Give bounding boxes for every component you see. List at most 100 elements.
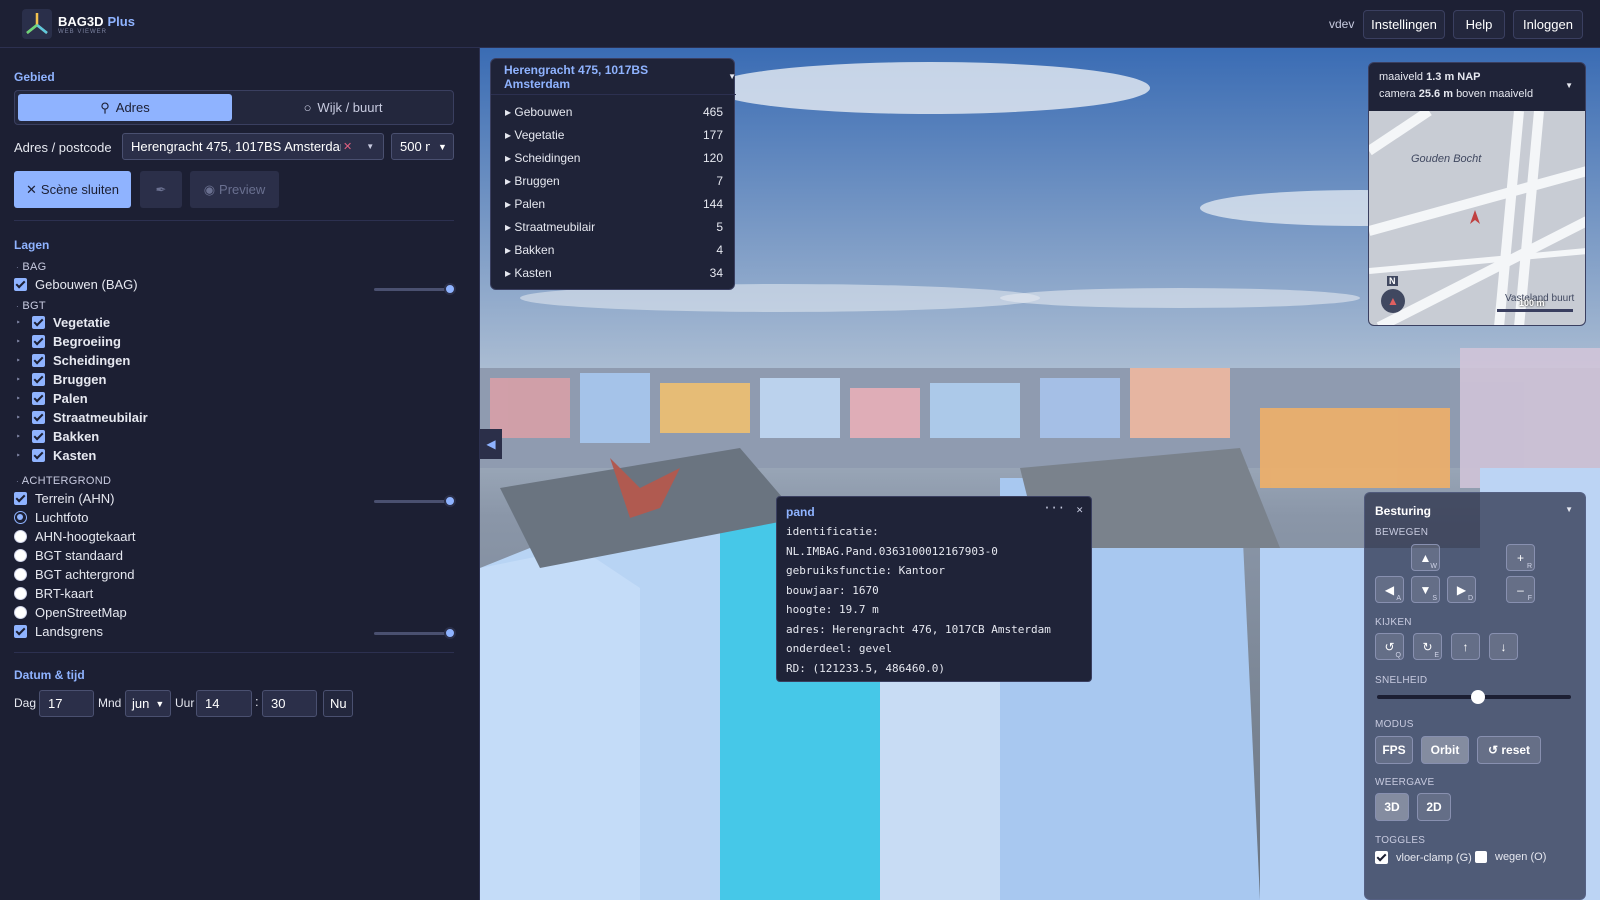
tab-wijk-buurt[interactable]: ○ Wijk / buurt xyxy=(235,94,451,121)
checkbox[interactable] xyxy=(32,316,45,329)
speed-slider[interactable] xyxy=(1377,690,1571,704)
caret-icon[interactable]: ‣ xyxy=(16,318,24,327)
chevron-down-icon[interactable]: ▼ xyxy=(1565,505,1573,514)
checkbox[interactable] xyxy=(32,335,45,348)
group-bag[interactable]: · BAG xyxy=(16,261,46,273)
rotate-right-button[interactable]: ↻ E xyxy=(1413,633,1442,660)
caret-icon[interactable]: ‣ xyxy=(16,451,24,460)
dag-input[interactable]: 17 xyxy=(39,690,94,717)
layer-count-row[interactable]: ▸ Vegetatie 177 xyxy=(505,128,723,142)
layer-bgt-item[interactable]: ‣ Kasten xyxy=(16,448,96,463)
opacity-slider-gebouwen[interactable] xyxy=(374,283,456,295)
move-left-button[interactable]: ◀ A xyxy=(1375,576,1404,603)
view-2d-button[interactable]: 2D xyxy=(1417,793,1451,821)
layer-landsgrens[interactable]: Landsgrens xyxy=(14,624,103,639)
radio[interactable] xyxy=(14,530,27,543)
layer-count-row[interactable]: ▸ Bakken 4 xyxy=(505,243,723,257)
adres-input[interactable]: Herengracht 475, 1017BS Amsterdam ✕ ▼ xyxy=(122,133,384,160)
close-scene-button[interactable]: ✕ Scène sluiten xyxy=(14,171,131,208)
layer-count-row[interactable]: ▸ Gebouwen 465 xyxy=(505,105,723,119)
look-up-button[interactable]: ↑ xyxy=(1451,633,1480,660)
layer-bgt-item[interactable]: ‣ Palen xyxy=(16,391,88,406)
view-3d-button[interactable]: 3D xyxy=(1375,793,1409,821)
minimap-canvas[interactable]: Gouden Bocht Vasteland buurt 100 m N ▲ xyxy=(1369,106,1585,325)
opacity-slider-landsgrens[interactable] xyxy=(374,627,456,639)
layer-gebouwen[interactable]: Gebouwen (BAG) xyxy=(14,277,138,292)
group-achtergrond[interactable]: · ACHTERGROND xyxy=(16,475,111,487)
layer-count-header[interactable]: Herengracht 475, 1017BS Amsterdam ▼ xyxy=(491,59,736,95)
basemap-option[interactable]: AHN-hoogtekaart xyxy=(14,529,135,544)
mnd-select[interactable]: jun ▼ xyxy=(125,690,171,717)
basemap-option[interactable]: BGT achtergrond xyxy=(14,567,134,582)
opacity-slider-terrein[interactable] xyxy=(374,495,456,507)
caret-icon[interactable]: ‣ xyxy=(16,356,24,365)
slider-knob[interactable] xyxy=(1470,690,1485,704)
basemap-option[interactable]: BRT-kaart xyxy=(14,586,93,601)
layer-bgt-item[interactable]: ‣ Vegetatie xyxy=(16,315,110,330)
radius-select[interactable]: 500 m ▼ xyxy=(391,133,454,160)
settings-button[interactable]: Instellingen xyxy=(1363,10,1445,39)
group-bgt[interactable]: · BGT xyxy=(16,300,46,312)
checkbox[interactable] xyxy=(14,625,27,638)
pin-button[interactable]: ✒ xyxy=(140,171,182,208)
checkbox[interactable] xyxy=(1475,851,1487,863)
collapse-sidebar-button[interactable]: ◀ xyxy=(480,429,502,459)
mode-orbit-button[interactable]: Orbit xyxy=(1421,736,1469,764)
radio[interactable] xyxy=(14,587,27,600)
layer-bgt-item[interactable]: ‣ Begroeiing xyxy=(16,334,121,349)
chevron-down-icon[interactable]: ▼ xyxy=(1565,81,1573,90)
layer-count-row[interactable]: ▸ Kasten 34 xyxy=(505,266,723,280)
toggle-floor-clamp[interactable]: vloer-clamp (G) xyxy=(1375,851,1472,864)
basemap-option[interactable]: OpenStreetMap xyxy=(14,605,127,620)
move-up-button[interactable]: + R xyxy=(1506,544,1535,571)
checkbox[interactable] xyxy=(14,278,27,291)
clear-icon[interactable]: ✕ xyxy=(343,140,352,153)
layer-count-row[interactable]: ▸ Straatmeubilair 5 xyxy=(505,220,723,234)
radio[interactable] xyxy=(14,606,27,619)
caret-icon[interactable]: ‣ xyxy=(16,394,24,403)
move-right-button[interactable]: ▶ D xyxy=(1447,576,1476,603)
layer-bgt-item[interactable]: ‣ Scheidingen xyxy=(16,353,130,368)
move-down-button[interactable]: – F xyxy=(1506,576,1535,603)
caret-icon[interactable]: ‣ xyxy=(16,375,24,384)
close-icon[interactable]: ✕ xyxy=(1076,503,1083,516)
basemap-option[interactable]: Luchtfoto xyxy=(14,510,89,525)
uur-input[interactable]: 14 xyxy=(196,690,252,717)
more-icon[interactable]: ··· xyxy=(1043,501,1065,515)
layer-bgt-item[interactable]: ‣ Bakken xyxy=(16,429,99,444)
checkbox[interactable] xyxy=(1375,851,1388,864)
checkbox[interactable] xyxy=(32,411,45,424)
layer-bgt-item[interactable]: ‣ Bruggen xyxy=(16,372,106,387)
layer-terrein[interactable]: Terrein (AHN) xyxy=(14,491,114,506)
reset-button[interactable]: ↺ reset xyxy=(1477,736,1541,764)
now-button[interactable]: Nu xyxy=(323,690,353,717)
caret-icon[interactable]: ‣ xyxy=(16,413,24,422)
layer-count-row[interactable]: ▸ Palen 144 xyxy=(505,197,723,211)
look-down-button[interactable]: ↓ xyxy=(1489,633,1518,660)
slider-knob[interactable] xyxy=(444,495,456,507)
3d-viewport[interactable]: ◀ Herengracht 475, 1017BS Amsterdam ▼ ▸ G… xyxy=(480,48,1600,900)
min-input[interactable]: 30 xyxy=(262,690,317,717)
checkbox[interactable] xyxy=(32,354,45,367)
radio[interactable] xyxy=(14,568,27,581)
slider-knob[interactable] xyxy=(444,627,456,639)
slider-knob[interactable] xyxy=(444,283,456,295)
rotate-left-button[interactable]: ↺ Q xyxy=(1375,633,1404,660)
preview-button[interactable]: ◉ Preview xyxy=(190,171,279,208)
caret-icon[interactable]: ‣ xyxy=(16,337,24,346)
help-button[interactable]: Help xyxy=(1453,10,1505,39)
checkbox[interactable] xyxy=(32,392,45,405)
checkbox[interactable] xyxy=(32,373,45,386)
layer-count-row[interactable]: ▸ Scheidingen 120 xyxy=(505,151,723,165)
caret-icon[interactable]: ‣ xyxy=(16,432,24,441)
checkbox[interactable] xyxy=(14,492,27,505)
layer-bgt-item[interactable]: ‣ Straatmeubilair xyxy=(16,410,148,425)
toggle-wegen[interactable]: wegen (O) xyxy=(1475,851,1546,863)
checkbox[interactable] xyxy=(32,430,45,443)
tab-adres[interactable]: ⚲ Adres xyxy=(18,94,232,121)
move-back-button[interactable]: ▼ S xyxy=(1411,576,1440,603)
layer-count-row[interactable]: ▸ Bruggen 7 xyxy=(505,174,723,188)
radio[interactable] xyxy=(14,549,27,562)
login-button[interactable]: Inloggen xyxy=(1513,10,1583,39)
mode-fps-button[interactable]: FPS xyxy=(1375,736,1413,764)
